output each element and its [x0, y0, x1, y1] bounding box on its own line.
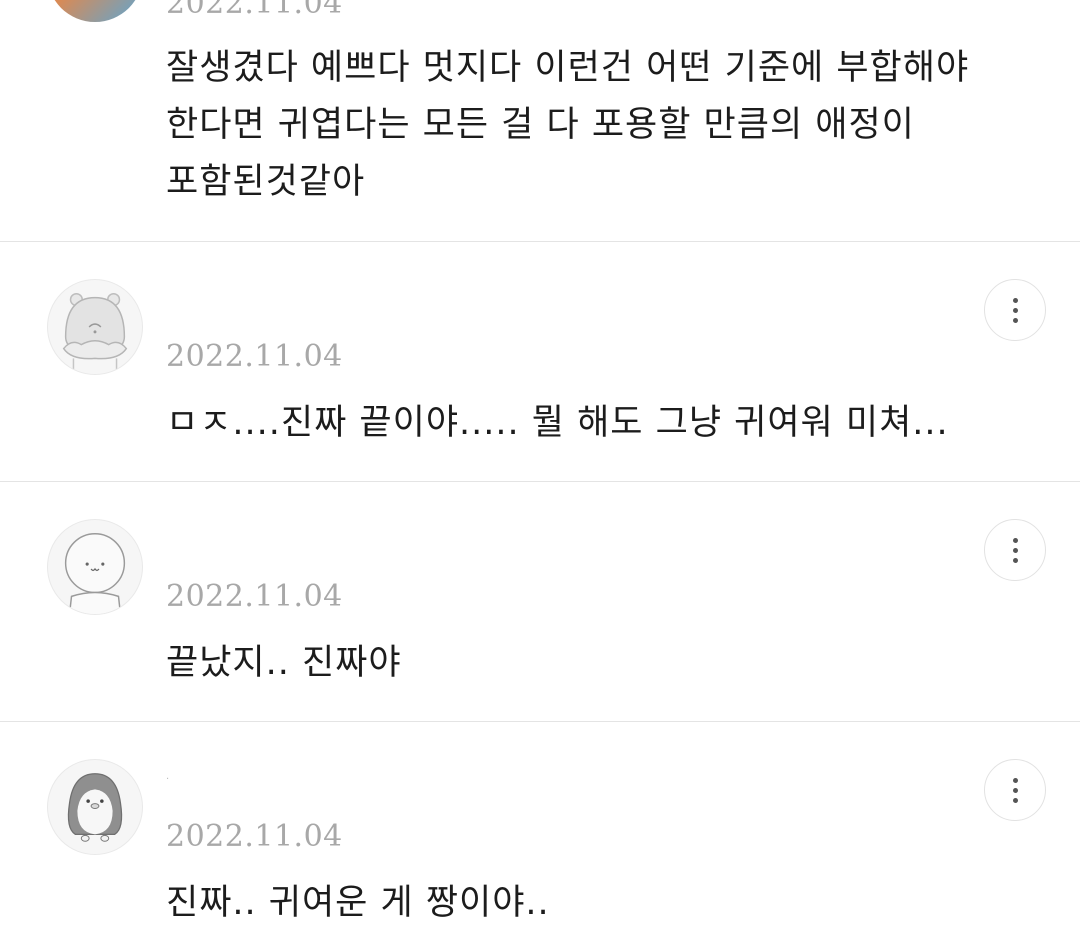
comment-text: 끝났지.. 진짜야	[166, 643, 402, 683]
bear-avatar-icon	[62, 292, 128, 374]
comment-text: 진짜.. 귀여운 게 짱이야..	[166, 883, 550, 923]
penguin-avatar-icon	[67, 773, 123, 842]
comment-item: · 2022.11.04 진짜.. 귀여운 게 짱이야..	[0, 722, 1080, 945]
more-vertical-icon-dot	[1012, 787, 1018, 793]
avatar[interactable]	[47, 519, 143, 615]
more-vertical-icon	[1012, 297, 1018, 303]
comment-date: 2022.11.04	[166, 339, 343, 374]
avatar[interactable]	[47, 0, 143, 22]
more-options-button[interactable]	[984, 279, 1046, 341]
more-vertical-icon-dot	[1012, 797, 1018, 803]
more-options-button[interactable]	[984, 519, 1046, 581]
comment-text: 잘생겼다 예쁘다 멋지다 이런건 어떤 기준에 부합해야 한다면 귀엽다는 모든…	[166, 48, 970, 202]
more-options-button[interactable]	[984, 759, 1046, 821]
more-vertical-icon-dot	[1012, 547, 1018, 553]
more-vertical-icon-dot	[1012, 307, 1018, 313]
comment-text: ㅁㅈ....진짜 끝이야..... 뭘 해도 그냥 귀여워 미쳐...	[166, 403, 949, 443]
comment-item: 2022.11.04 끝났지.. 진짜야	[0, 482, 1080, 721]
avatar[interactable]	[47, 759, 143, 855]
round-character-avatar-icon	[64, 532, 126, 614]
comment-date: 2022.11.04	[166, 579, 343, 614]
more-vertical-icon-dot	[1012, 317, 1018, 323]
comment-item: 2022.11.04 ㅁㅈ....진짜 끝이야..... 뭘 해도 그냥 귀여워…	[0, 242, 1080, 481]
more-vertical-icon	[1012, 777, 1018, 783]
comment-date: 2022.11.04	[166, 819, 343, 854]
comment-date: 2022.11.04	[166, 0, 343, 21]
more-vertical-icon	[1012, 537, 1018, 543]
comment-item: 2022.11.04 잘생겼다 예쁘다 멋지다 이런건 어떤 기준에 부합해야 …	[0, 0, 1080, 241]
comment-nickname: ·	[166, 774, 170, 785]
more-vertical-icon-dot	[1012, 557, 1018, 563]
avatar[interactable]	[47, 279, 143, 375]
